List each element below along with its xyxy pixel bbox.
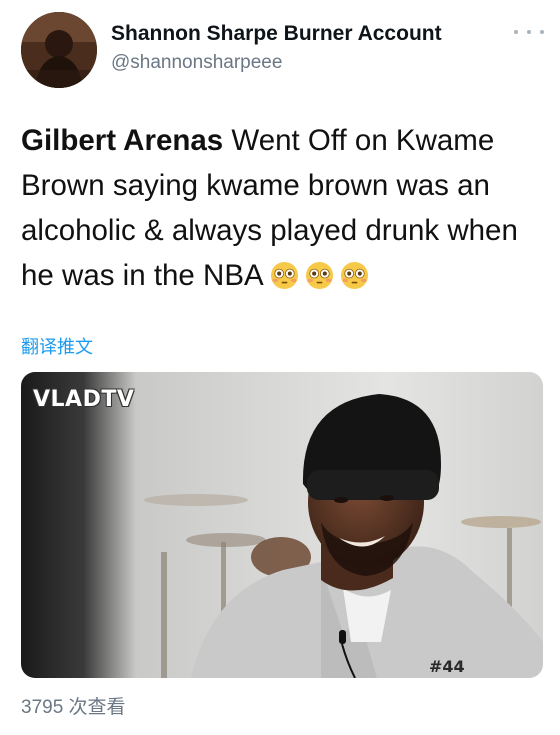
flushed-face-icon [270,261,299,290]
user-handle[interactable]: @shannonsharpeee [111,52,282,74]
translate-tweet-link[interactable]: 翻译推文 [21,333,93,359]
tweet-video-thumbnail[interactable]: #44 VLADTV [21,372,543,678]
tweet-text: Gilbert Arenas Went Off on Kwame Brown s… [21,118,541,298]
shirt-logo: #44 [429,657,465,676]
view-count: 3795 次查看 [21,697,126,718]
avatar[interactable] [21,12,97,88]
video-frame-image: #44 [21,372,543,678]
flushed-face-icon [340,261,369,290]
more-options-icon[interactable] [514,22,544,42]
vladtv-watermark: VLADTV [33,387,135,412]
avatar-image [21,12,97,88]
tweet-bold-name: Gilbert Arenas [21,124,224,157]
display-name[interactable]: Shannon Sharpe Burner Account [111,22,442,46]
flushed-face-icon [305,261,334,290]
